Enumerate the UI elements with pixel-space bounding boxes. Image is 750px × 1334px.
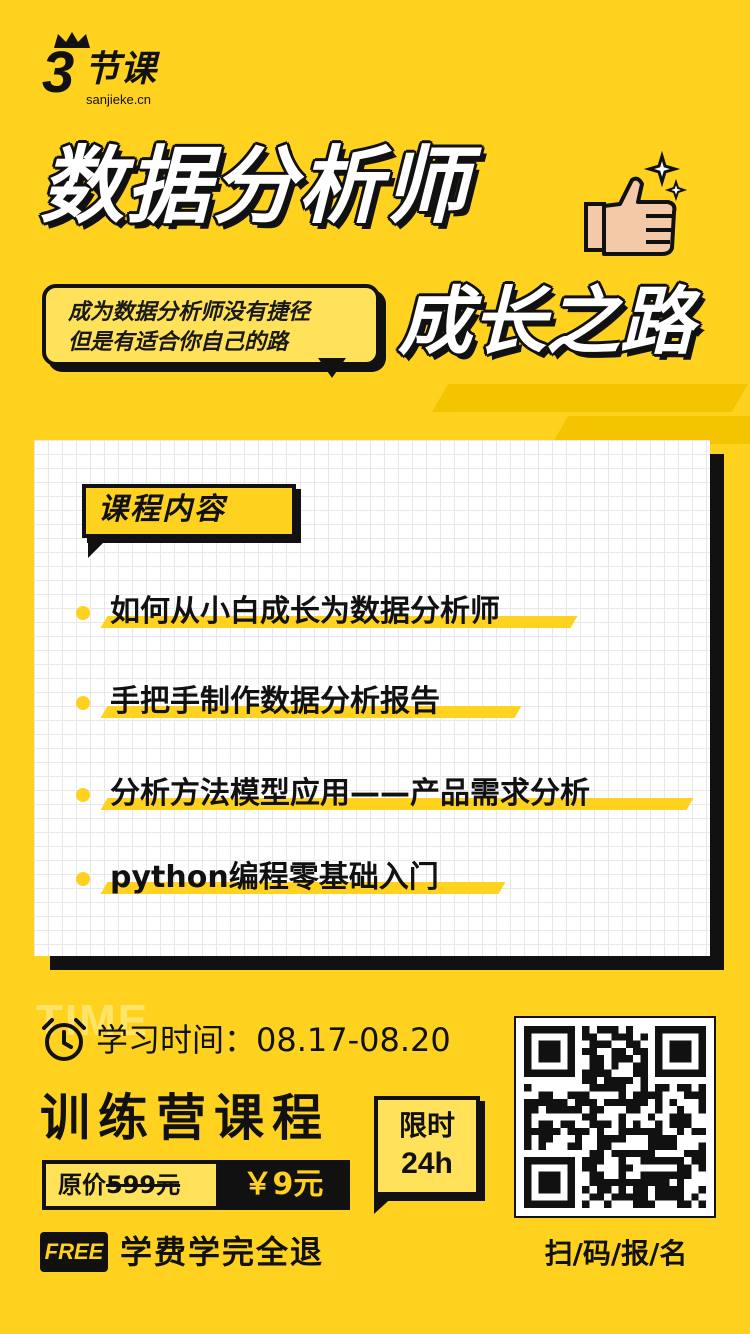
- limited-time-hours: 24h: [401, 1147, 453, 1180]
- brand-logo: 3 节课 sanjieke.cn: [42, 30, 202, 110]
- slogan-line-1: 成为数据分析师没有捷径: [68, 300, 311, 325]
- free-badge: FREE: [40, 1232, 108, 1272]
- original-price-value: 599元: [106, 1171, 181, 1199]
- new-price: ￥9元: [242, 1167, 324, 1202]
- decor-stripe: [431, 384, 749, 412]
- hero-subtitle: 成长之路: [398, 279, 694, 365]
- logo-name: 节课: [84, 49, 157, 90]
- original-price-label: 原价: [58, 1171, 106, 1199]
- limited-time-badge: 限时 24h: [374, 1096, 480, 1196]
- section-tail: [88, 534, 112, 558]
- qr-code[interactable]: [514, 1016, 716, 1218]
- slogan-line-2: 但是有适合你自己的路: [68, 330, 289, 355]
- camp-title: 训练营课程: [40, 1089, 330, 1147]
- bullet-dot: [76, 788, 90, 802]
- course-item-text: 如何从小白成长为数据分析师: [110, 594, 500, 629]
- badge-tail: [374, 1192, 398, 1214]
- hero-title: 数据分析师: [40, 137, 471, 235]
- thumbs-up-icon: [584, 150, 688, 256]
- study-time: 学习时间：08.17-08.20: [96, 1021, 451, 1059]
- qr-code-icon: [524, 1026, 706, 1208]
- bullet-dot: [76, 696, 90, 710]
- limited-time-label: 限时: [398, 1109, 455, 1142]
- refund-text: 学费学完全退: [120, 1233, 325, 1271]
- bullet-dot: [76, 872, 90, 886]
- bullet-dot: [76, 606, 90, 620]
- logo-url: sanjieke.cn: [86, 92, 152, 107]
- course-item-text: 分析方法模型应用——产品需求分析: [110, 776, 590, 811]
- course-item-text: python编程零基础入门: [110, 860, 439, 895]
- logo-digit: 3: [42, 40, 75, 105]
- alarm-clock-icon: [42, 1018, 86, 1061]
- original-price: 原价599元: [58, 1163, 180, 1207]
- slogan-bubble: 成为数据分析师没有捷径 但是有适合你自己的路: [42, 284, 380, 366]
- scan-to-signup: 扫/码/报/名: [544, 1237, 688, 1270]
- course-item-text: 手把手制作数据分析报告: [110, 684, 440, 719]
- bubble-tail: [318, 358, 346, 378]
- section-title: 课程内容: [98, 492, 226, 527]
